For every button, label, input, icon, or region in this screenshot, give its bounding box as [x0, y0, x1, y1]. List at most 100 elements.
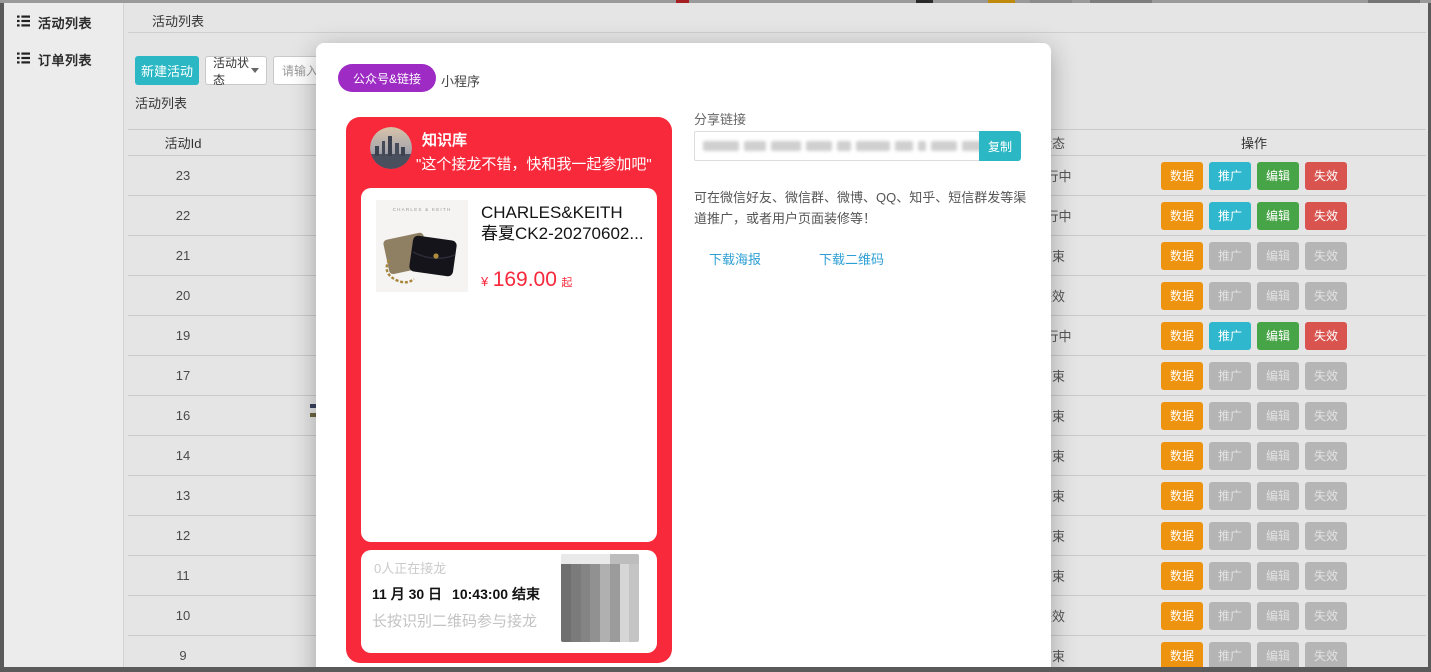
- download-qrcode-link[interactable]: 下载二维码: [819, 249, 884, 268]
- qr-pixel: [571, 603, 581, 613]
- cell-activity-id: 19: [128, 316, 238, 355]
- action-data-button[interactable]: 数据: [1161, 362, 1203, 390]
- action-invalid-button[interactable]: 失效: [1305, 202, 1347, 230]
- action-promote-button[interactable]: 推广: [1209, 162, 1251, 190]
- download-poster-link[interactable]: 下载海报: [709, 249, 761, 268]
- action-promote-button[interactable]: 推广: [1209, 362, 1251, 390]
- action-edit-button[interactable]: 编辑: [1257, 482, 1299, 510]
- breadcrumb: 活动列表: [152, 11, 204, 30]
- strip-fragment: [1030, 0, 1072, 3]
- action-promote-button[interactable]: 推广: [1209, 202, 1251, 230]
- qr-pixel: [620, 603, 630, 613]
- action-data-button[interactable]: 数据: [1161, 642, 1203, 668]
- product-brand-watermark: CHARLES & KEITH: [393, 207, 452, 212]
- qr-pixel: [561, 622, 571, 632]
- action-promote-button[interactable]: 推广: [1209, 602, 1251, 630]
- action-data-button[interactable]: 数据: [1161, 602, 1203, 630]
- row-actions: 数据推广编辑失效: [1161, 636, 1347, 667]
- action-invalid-button[interactable]: 失效: [1305, 522, 1347, 550]
- list-icon: [17, 51, 30, 69]
- copy-button[interactable]: 复制: [979, 131, 1021, 161]
- action-edit-button[interactable]: 编辑: [1257, 402, 1299, 430]
- action-data-button[interactable]: 数据: [1161, 442, 1203, 470]
- action-data-button[interactable]: 数据: [1161, 162, 1203, 190]
- action-data-button[interactable]: 数据: [1161, 562, 1203, 590]
- share-link-label: 分享链接: [694, 109, 746, 128]
- qr-pixel: [620, 554, 630, 564]
- action-data-button[interactable]: 数据: [1161, 522, 1203, 550]
- action-data-button[interactable]: 数据: [1161, 402, 1203, 430]
- activity-status-select[interactable]: 活动状态: [205, 56, 267, 85]
- tab-mini-program[interactable]: 小程序: [441, 71, 480, 90]
- sidebar-item-label: 订单列表: [38, 50, 92, 69]
- action-invalid-button[interactable]: 失效: [1305, 162, 1347, 190]
- action-promote-button[interactable]: 推广: [1209, 522, 1251, 550]
- action-invalid-button[interactable]: 失效: [1305, 402, 1347, 430]
- action-edit-button[interactable]: 编辑: [1257, 242, 1299, 270]
- qr-pixel: [610, 593, 620, 603]
- qr-pixel: [629, 554, 639, 564]
- share-link-input[interactable]: [694, 131, 979, 161]
- qr-pixel: [571, 583, 581, 593]
- action-edit-button[interactable]: 编辑: [1257, 162, 1299, 190]
- action-promote-button[interactable]: 推广: [1209, 562, 1251, 590]
- action-promote-button[interactable]: 推广: [1209, 282, 1251, 310]
- qr-pixel: [581, 603, 591, 613]
- action-invalid-button[interactable]: 失效: [1305, 242, 1347, 270]
- sidebar-item-activity-list[interactable]: 活动列表: [17, 13, 92, 32]
- sidebar-item-label: 活动列表: [38, 13, 92, 32]
- action-edit-button[interactable]: 编辑: [1257, 322, 1299, 350]
- qr-pixel: [620, 564, 630, 574]
- action-invalid-button[interactable]: 失效: [1305, 482, 1347, 510]
- action-edit-button[interactable]: 编辑: [1257, 362, 1299, 390]
- action-data-button[interactable]: 数据: [1161, 482, 1203, 510]
- qr-pixel: [610, 632, 620, 642]
- action-data-button[interactable]: 数据: [1161, 242, 1203, 270]
- row-actions: 数据推广编辑失效: [1161, 516, 1347, 555]
- cell-activity-id: 11: [128, 556, 238, 595]
- redacted-link-block: [771, 141, 801, 151]
- action-promote-button[interactable]: 推广: [1209, 442, 1251, 470]
- action-edit-button[interactable]: 编辑: [1257, 642, 1299, 668]
- redacted-link-block: [895, 141, 913, 151]
- action-edit-button[interactable]: 编辑: [1257, 282, 1299, 310]
- action-edit-button[interactable]: 编辑: [1257, 562, 1299, 590]
- action-invalid-button[interactable]: 失效: [1305, 282, 1347, 310]
- action-invalid-button[interactable]: 失效: [1305, 442, 1347, 470]
- cell-activity-id: 22: [128, 196, 238, 235]
- qr-pixel: [610, 622, 620, 632]
- action-promote-button[interactable]: 推广: [1209, 482, 1251, 510]
- qr-pixel: [590, 564, 600, 574]
- qr-pixel: [561, 593, 571, 603]
- qr-pixel: [590, 603, 600, 613]
- action-data-button[interactable]: 数据: [1161, 202, 1203, 230]
- sidebar-item-order-list[interactable]: 订单列表: [17, 50, 92, 69]
- action-edit-button[interactable]: 编辑: [1257, 522, 1299, 550]
- action-invalid-button[interactable]: 失效: [1305, 642, 1347, 668]
- action-data-button[interactable]: 数据: [1161, 282, 1203, 310]
- action-promote-button[interactable]: 推广: [1209, 642, 1251, 668]
- redacted-link-block: [856, 141, 890, 151]
- deadline-time: 10:43:00 结束: [452, 586, 540, 602]
- redacted-link-block: [703, 141, 739, 151]
- action-edit-button[interactable]: 编辑: [1257, 202, 1299, 230]
- qr-pixel: [590, 593, 600, 603]
- qr-pixel: [629, 583, 639, 593]
- tab-official-account-link[interactable]: 公众号&链接: [338, 64, 436, 92]
- qr-pixel: [620, 632, 630, 642]
- new-activity-button[interactable]: 新建活动: [135, 56, 199, 85]
- qr-pixel: [581, 574, 591, 584]
- qr-pixel: [590, 583, 600, 593]
- action-invalid-button[interactable]: 失效: [1305, 322, 1347, 350]
- action-invalid-button[interactable]: 失效: [1305, 362, 1347, 390]
- action-invalid-button[interactable]: 失效: [1305, 602, 1347, 630]
- action-invalid-button[interactable]: 失效: [1305, 562, 1347, 590]
- action-edit-button[interactable]: 编辑: [1257, 442, 1299, 470]
- action-promote-button[interactable]: 推广: [1209, 322, 1251, 350]
- qr-pixel: [571, 554, 581, 564]
- redacted-link-block: [837, 141, 851, 151]
- action-data-button[interactable]: 数据: [1161, 322, 1203, 350]
- action-promote-button[interactable]: 推广: [1209, 242, 1251, 270]
- action-edit-button[interactable]: 编辑: [1257, 602, 1299, 630]
- action-promote-button[interactable]: 推广: [1209, 402, 1251, 430]
